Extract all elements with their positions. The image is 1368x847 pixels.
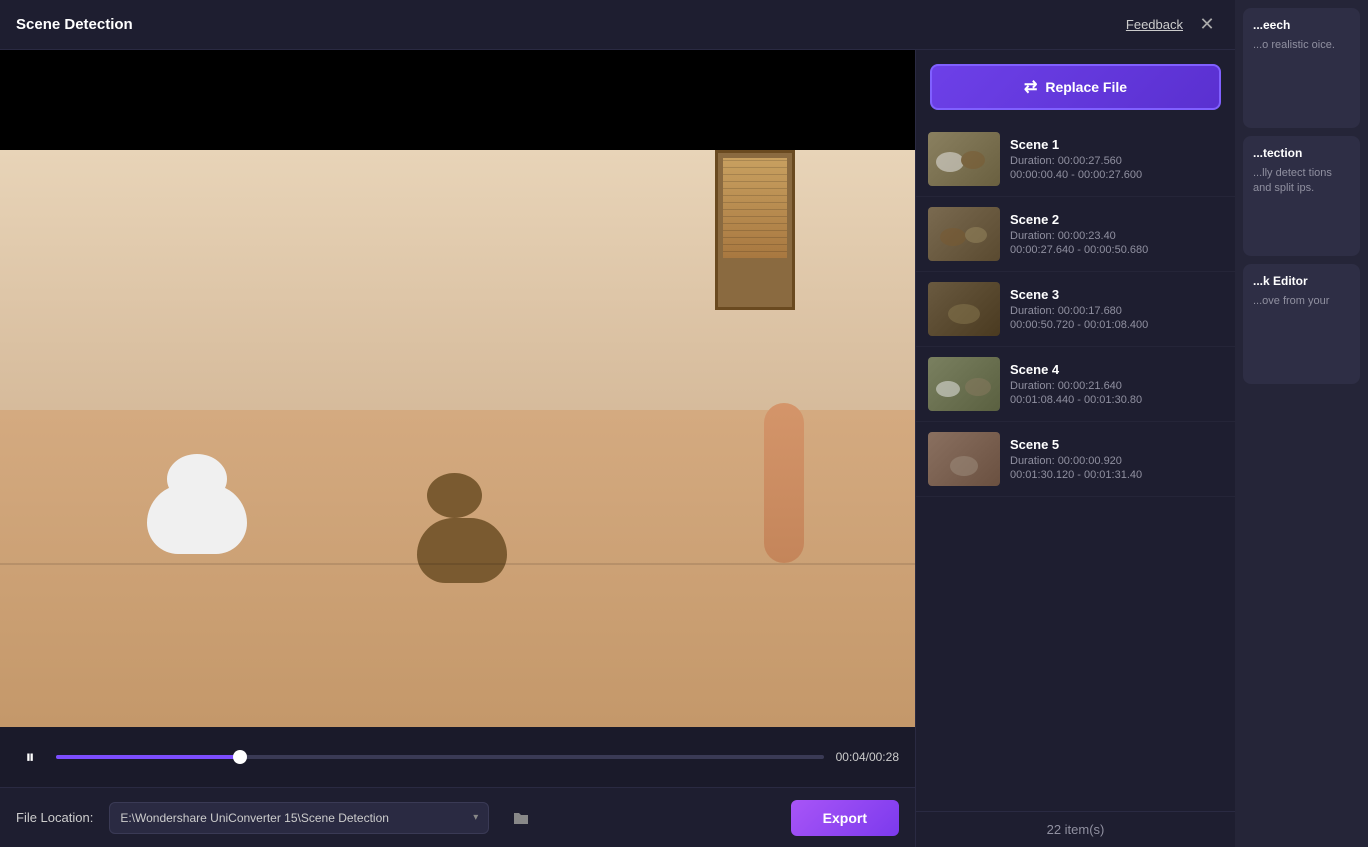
arm-skin: [764, 403, 804, 563]
scene-dialog: Scene Detection Feedback ✕: [0, 0, 1235, 847]
video-frame[interactable]: [0, 150, 915, 727]
close-dialog-button[interactable]: ✕: [1195, 13, 1219, 37]
scene-thumb-3: [928, 282, 1000, 336]
scene-thumb-4: [928, 357, 1000, 411]
scene-duration-3: Duration: 00:00:17.680: [1010, 305, 1223, 317]
modal-overlay: Scene Detection Feedback ✕: [0, 0, 1368, 847]
dialog-body: ⏸ 00:04/00:28 File Location: E:\Wondersh…: [0, 50, 1235, 847]
scene-timerange-2: 00:00:27.640 - 00:00:50.680: [1010, 244, 1223, 256]
right-side-cards: ...eech ...o realistic oice. ...tection …: [1235, 0, 1368, 847]
video-progress-track[interactable]: [56, 755, 824, 759]
video-door-blind: [723, 158, 787, 258]
scene-thumb-1: [928, 132, 1000, 186]
scene-name-2: Scene 2: [1010, 212, 1223, 227]
dropdown-arrow-icon: ▾: [473, 812, 478, 823]
scene-item-3[interactable]: Scene 3 Duration: 00:00:17.680 00:00:50.…: [916, 272, 1235, 347]
scene-thumb-2: [928, 207, 1000, 261]
human-arm: [744, 403, 824, 583]
replace-file-button[interactable]: ⇄ Replace File: [930, 64, 1221, 110]
cat-brown: [412, 473, 532, 583]
browse-folder-button[interactable]: [505, 802, 537, 834]
dialog-footer: File Location: E:\Wondershare UniConvert…: [0, 787, 915, 847]
dialog-title: Scene Detection: [16, 16, 133, 33]
scene-name-3: Scene 3: [1010, 287, 1223, 302]
scene-info-2: Scene 2 Duration: 00:00:23.40 00:00:27.6…: [1010, 212, 1223, 256]
video-black-top: [0, 50, 915, 150]
right-card-detection-title: ...tection: [1253, 146, 1350, 160]
file-path-select[interactable]: E:\Wondershare UniConverter 15\Scene Det…: [109, 802, 489, 834]
export-button[interactable]: Export: [791, 800, 899, 836]
scene-info-5: Scene 5 Duration: 00:00:00.920 00:01:30.…: [1010, 437, 1223, 481]
video-scene: [0, 150, 915, 727]
scene-timerange-3: 00:00:50.720 - 00:01:08.400: [1010, 319, 1223, 331]
right-card-detection-desc: ...lly detect tions and split ips.: [1253, 166, 1350, 197]
scene-duration-4: Duration: 00:00:21.640: [1010, 380, 1223, 392]
right-card-editor: ...k Editor ...ove from your: [1243, 264, 1360, 384]
cat-brown-head: [427, 473, 482, 518]
dialog-header: Scene Detection Feedback ✕: [0, 0, 1235, 50]
feedback-link[interactable]: Feedback: [1126, 17, 1183, 32]
replace-icon: ⇄: [1024, 77, 1037, 97]
scene-info-3: Scene 3 Duration: 00:00:17.680 00:00:50.…: [1010, 287, 1223, 331]
scene-name-5: Scene 5: [1010, 437, 1223, 452]
scene-info-1: Scene 1 Duration: 00:00:27.560 00:00:00.…: [1010, 137, 1223, 181]
video-controls: ⏸ 00:04/00:28: [0, 727, 915, 787]
scene-panel: ⇄ Replace File Scene 1 Duratio: [915, 50, 1235, 847]
scene-info-4: Scene 4 Duration: 00:00:21.640 00:01:08.…: [1010, 362, 1223, 406]
scene-name-4: Scene 4: [1010, 362, 1223, 377]
right-card-speech-desc: ...o realistic oice.: [1253, 38, 1350, 53]
video-area: ⏸ 00:04/00:28 File Location: E:\Wondersh…: [0, 50, 915, 847]
right-card-editor-title: ...k Editor: [1253, 274, 1350, 288]
pause-button[interactable]: ⏸: [16, 743, 44, 771]
replace-file-label: Replace File: [1045, 79, 1127, 95]
scene-duration-2: Duration: 00:00:23.40: [1010, 230, 1223, 242]
scene-thumb-5: [928, 432, 1000, 486]
scene-list[interactable]: Scene 1 Duration: 00:00:27.560 00:00:00.…: [916, 118, 1235, 811]
scene-name-1: Scene 1: [1010, 137, 1223, 152]
right-card-detection: ...tection ...lly detect tions and split…: [1243, 136, 1360, 256]
dialog-header-right: Feedback ✕: [1126, 13, 1219, 37]
video-door: [715, 150, 795, 310]
file-path-text: E:\Wondershare UniConverter 15\Scene Det…: [120, 811, 389, 825]
scene-timerange-4: 00:01:08.440 - 00:01:30.80: [1010, 394, 1223, 406]
scene-timerange-1: 00:00:00.40 - 00:00:27.600: [1010, 169, 1223, 181]
time-display: 00:04/00:28: [836, 750, 899, 764]
cat-white-body: [147, 484, 247, 554]
scene-item-4[interactable]: Scene 4 Duration: 00:00:21.640 00:01:08.…: [916, 347, 1235, 422]
file-location-label: File Location:: [16, 810, 93, 825]
video-progress-fill: [56, 755, 240, 759]
scene-item-5[interactable]: Scene 5 Duration: 00:00:00.920 00:01:30.…: [916, 422, 1235, 497]
right-card-speech-title: ...eech: [1253, 18, 1350, 32]
right-card-editor-desc: ...ove from your: [1253, 294, 1350, 309]
video-progress-thumb[interactable]: [233, 750, 247, 764]
scene-duration-1: Duration: 00:00:27.560: [1010, 155, 1223, 167]
video-shadow: [0, 563, 915, 565]
cat-brown-body: [417, 518, 507, 583]
scene-item-1[interactable]: Scene 1 Duration: 00:00:27.560 00:00:00.…: [916, 122, 1235, 197]
scene-count: 22 item(s): [916, 811, 1235, 847]
scene-item-2[interactable]: Scene 2 Duration: 00:00:23.40 00:00:27.6…: [916, 197, 1235, 272]
scene-duration-5: Duration: 00:00:00.920: [1010, 455, 1223, 467]
cat-white: [137, 454, 277, 554]
scene-timerange-5: 00:01:30.120 - 00:01:31.40: [1010, 469, 1223, 481]
right-card-speech: ...eech ...o realistic oice.: [1243, 8, 1360, 128]
